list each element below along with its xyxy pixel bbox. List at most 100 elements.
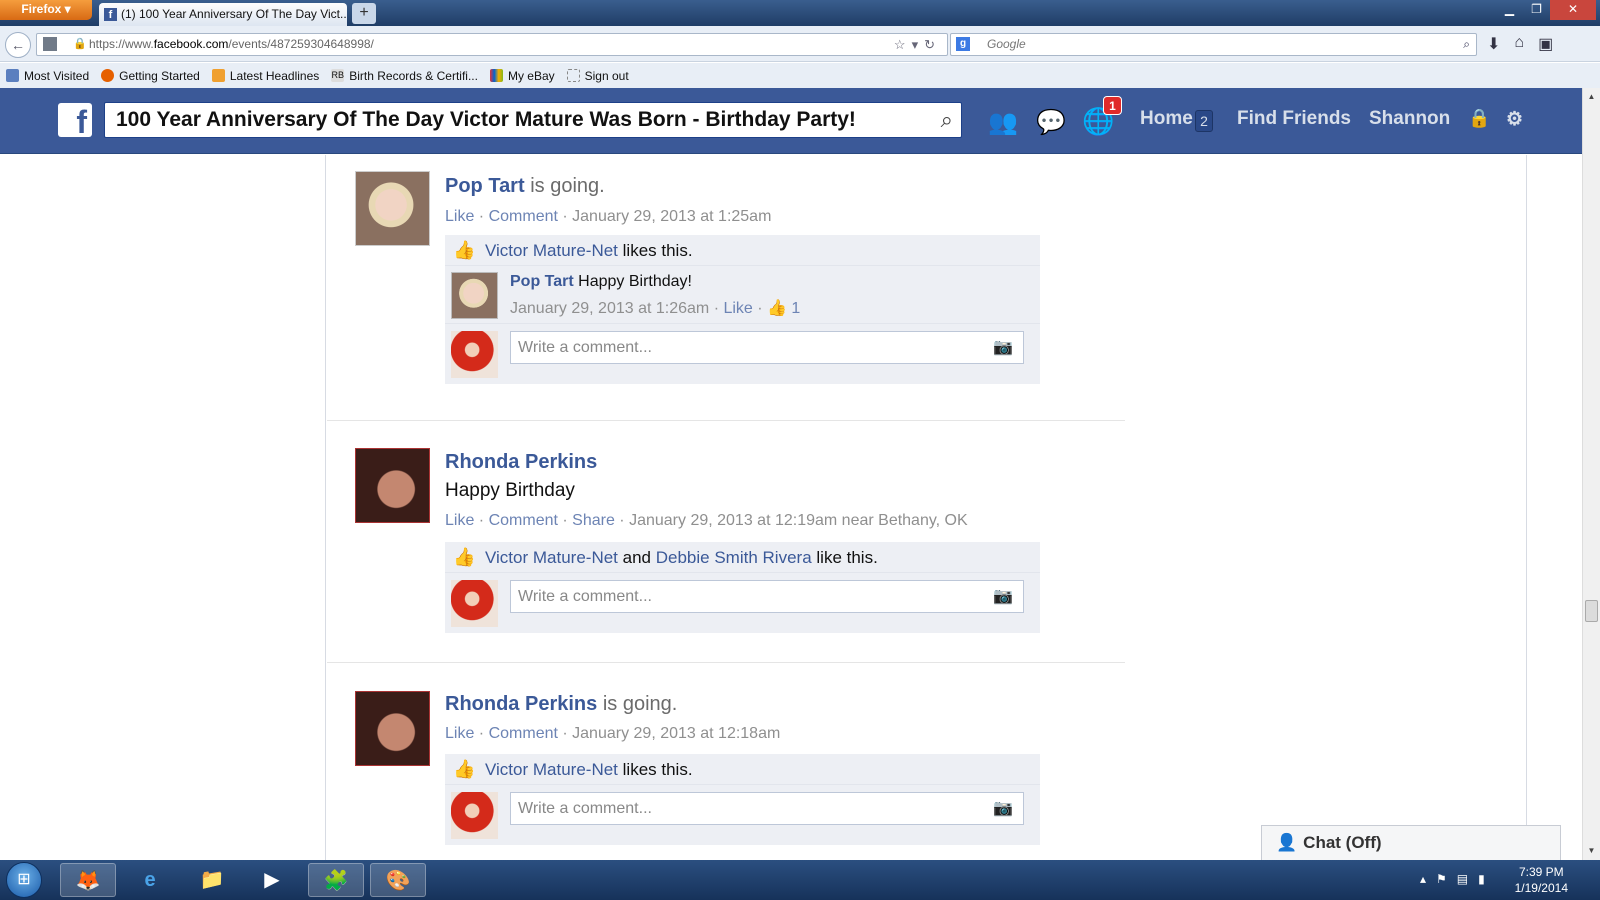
- liker-link[interactable]: Debbie Smith Rivera: [656, 548, 812, 567]
- feedback-box: 👍 Victor Mature-Net likes this. Write a c…: [445, 754, 1040, 845]
- windows-taskbar: ⊞ 🦊 e 📁 ▶ 🧩 🎨 ▴⚑▤▮ 7:39 PM 1/19/2014: [0, 860, 1600, 900]
- timestamp[interactable]: January 29, 2013 at 1:25am: [572, 208, 771, 225]
- author-link[interactable]: Rhonda Perkins: [445, 693, 597, 715]
- friend-requests-icon[interactable]: 👥: [988, 108, 1018, 137]
- internet-explorer-icon[interactable]: e: [122, 863, 178, 897]
- comment-placeholder: Write a comment...: [518, 339, 652, 356]
- avatar[interactable]: [355, 691, 430, 766]
- messages-icon[interactable]: 💬: [1036, 108, 1066, 137]
- author-link[interactable]: Pop Tart: [445, 175, 525, 197]
- new-tab-button[interactable]: +: [352, 3, 376, 24]
- feedback-box: 👍 Victor Mature-Net and Debbie Smith Rive…: [445, 542, 1040, 633]
- camera-icon[interactable]: 📷: [993, 793, 1013, 824]
- share-link[interactable]: Share: [572, 512, 615, 529]
- camera-icon[interactable]: 📷: [993, 581, 1013, 612]
- settings-gear-icon[interactable]: ⚙: [1506, 108, 1523, 131]
- lock-icon: 🔒: [73, 38, 87, 50]
- bookmark-getting-started[interactable]: Getting Started: [101, 69, 200, 83]
- comment-input[interactable]: Write a comment... 📷: [510, 580, 1024, 613]
- google-engine-icon[interactable]: g: [956, 37, 970, 51]
- window-controls: ▁ ❐ ✕: [1496, 0, 1596, 20]
- bookmark-birth-records[interactable]: RB Birth Records & Certifi...: [331, 69, 478, 83]
- avatar[interactable]: [355, 448, 430, 523]
- search-bar[interactable]: g Google ⌕: [950, 33, 1477, 56]
- app-taskbar-icon[interactable]: 🧩: [308, 863, 364, 897]
- home-icon[interactable]: ⌂: [1514, 34, 1524, 54]
- timestamp[interactable]: January 29, 2013 at 12:19am near Bethany…: [629, 512, 968, 529]
- scroll-up-icon[interactable]: ▲: [1585, 90, 1598, 104]
- ebay-icon: [489, 69, 503, 82]
- comment-link[interactable]: Comment: [489, 512, 558, 529]
- network-icon[interactable]: ▤: [1457, 872, 1478, 886]
- liker-link[interactable]: Victor Mature-Net: [485, 241, 618, 260]
- url-bar[interactable]: 🔒 https://www.facebook.com/events/487259…: [36, 33, 948, 56]
- addon-icon[interactable]: ▣: [1538, 34, 1553, 54]
- comment-like-link[interactable]: Like: [723, 300, 752, 317]
- avatar[interactable]: [451, 272, 498, 319]
- download-icon[interactable]: ⬇: [1487, 34, 1500, 54]
- camera-icon[interactable]: 📷: [993, 332, 1013, 363]
- browser-tab[interactable]: f (1) 100 Year Anniversary Of The Day Vi…: [99, 3, 347, 26]
- system-tray: ▴⚑▤▮: [1420, 872, 1495, 886]
- comment-link[interactable]: Comment: [489, 208, 558, 225]
- liker-link[interactable]: Victor Mature-Net: [485, 548, 618, 567]
- back-button[interactable]: ←: [5, 32, 31, 58]
- system-clock[interactable]: 7:39 PM 1/19/2014: [1515, 864, 1568, 896]
- comment-input[interactable]: Write a comment... 📷: [510, 792, 1024, 825]
- comment-link[interactable]: Comment: [489, 725, 558, 742]
- reload-icon[interactable]: ↻: [924, 37, 941, 52]
- tray-expand-icon[interactable]: ▴: [1420, 872, 1436, 886]
- firefox-menu-button[interactable]: Firefox ▾: [0, 0, 92, 20]
- restore-icon[interactable]: ❐: [1523, 0, 1550, 20]
- comment-like-count[interactable]: 👍 1: [767, 300, 800, 317]
- chat-tab[interactable]: 👤 Chat (Off): [1261, 825, 1561, 861]
- bookmark-my-ebay[interactable]: My eBay: [489, 68, 555, 83]
- avatar: [451, 580, 498, 627]
- bookmark-sign-out[interactable]: Sign out: [566, 69, 629, 83]
- facebook-search-input[interactable]: 100 Year Anniversary Of The Day Victor M…: [104, 102, 962, 138]
- bookmark-most-visited[interactable]: Most Visited: [6, 69, 89, 83]
- scroll-down-icon[interactable]: ▼: [1585, 844, 1598, 858]
- start-button[interactable]: ⊞: [6, 862, 42, 898]
- like-link[interactable]: Like: [445, 725, 474, 742]
- bookmark-label: Latest Headlines: [229, 68, 320, 83]
- privacy-icon[interactable]: 🔒: [1468, 108, 1490, 129]
- scroll-thumb[interactable]: [1585, 600, 1598, 622]
- search-icon[interactable]: ⌕: [941, 103, 953, 137]
- star-icon[interactable]: ☆: [894, 37, 912, 52]
- minimize-icon[interactable]: ▁: [1496, 0, 1523, 20]
- media-player-icon[interactable]: ▶: [244, 863, 300, 897]
- home-link[interactable]: Home: [1140, 108, 1193, 130]
- paint-taskbar-icon[interactable]: 🎨: [370, 863, 426, 897]
- browser-navbar: ← 🔒 https://www.facebook.com/events/4872…: [0, 26, 1600, 62]
- comment-meta: January 29, 2013 at 1:26am · Like · 👍 1: [510, 300, 801, 317]
- file-explorer-icon[interactable]: 📁: [184, 863, 240, 897]
- avatar[interactable]: [355, 171, 430, 246]
- thumbs-up-icon: 👍: [453, 240, 476, 260]
- site-identity-icon[interactable]: [43, 37, 57, 51]
- thumbs-up-icon: 👍: [453, 547, 476, 567]
- close-icon[interactable]: ✕: [1550, 0, 1596, 20]
- likes-joiner: and: [622, 548, 652, 567]
- comment-timestamp[interactable]: January 29, 2013 at 1:26am: [510, 300, 709, 317]
- bookmark-latest-headlines[interactable]: Latest Headlines: [211, 68, 320, 83]
- search-icon[interactable]: ⌕: [1463, 34, 1470, 55]
- action-center-flag-icon[interactable]: ⚑: [1436, 872, 1457, 886]
- comment-input[interactable]: Write a comment... 📷: [510, 331, 1024, 364]
- timestamp[interactable]: January 29, 2013 at 12:18am: [572, 725, 780, 742]
- find-friends-link[interactable]: Find Friends: [1237, 108, 1351, 130]
- bookmark-label: My eBay: [507, 68, 555, 83]
- comment: Pop Tart Happy Birthday! January 29, 201…: [445, 266, 1040, 324]
- signal-icon[interactable]: ▮: [1478, 872, 1495, 886]
- dropdown-icon[interactable]: ▾: [912, 37, 925, 52]
- profile-link[interactable]: Shannon: [1369, 108, 1450, 130]
- post-author[interactable]: Rhonda Perkins: [445, 451, 597, 474]
- comment-author-link[interactable]: Pop Tart: [510, 273, 574, 290]
- page-scrollbar[interactable]: ▲ ▼: [1582, 88, 1600, 860]
- like-link[interactable]: Like: [445, 208, 474, 225]
- like-link[interactable]: Like: [445, 512, 474, 529]
- write-comment-row: Write a comment... 📷: [445, 573, 1040, 633]
- liker-link[interactable]: Victor Mature-Net: [485, 760, 618, 779]
- facebook-logo[interactable]: f: [58, 103, 92, 140]
- firefox-taskbar-icon[interactable]: 🦊: [60, 863, 116, 897]
